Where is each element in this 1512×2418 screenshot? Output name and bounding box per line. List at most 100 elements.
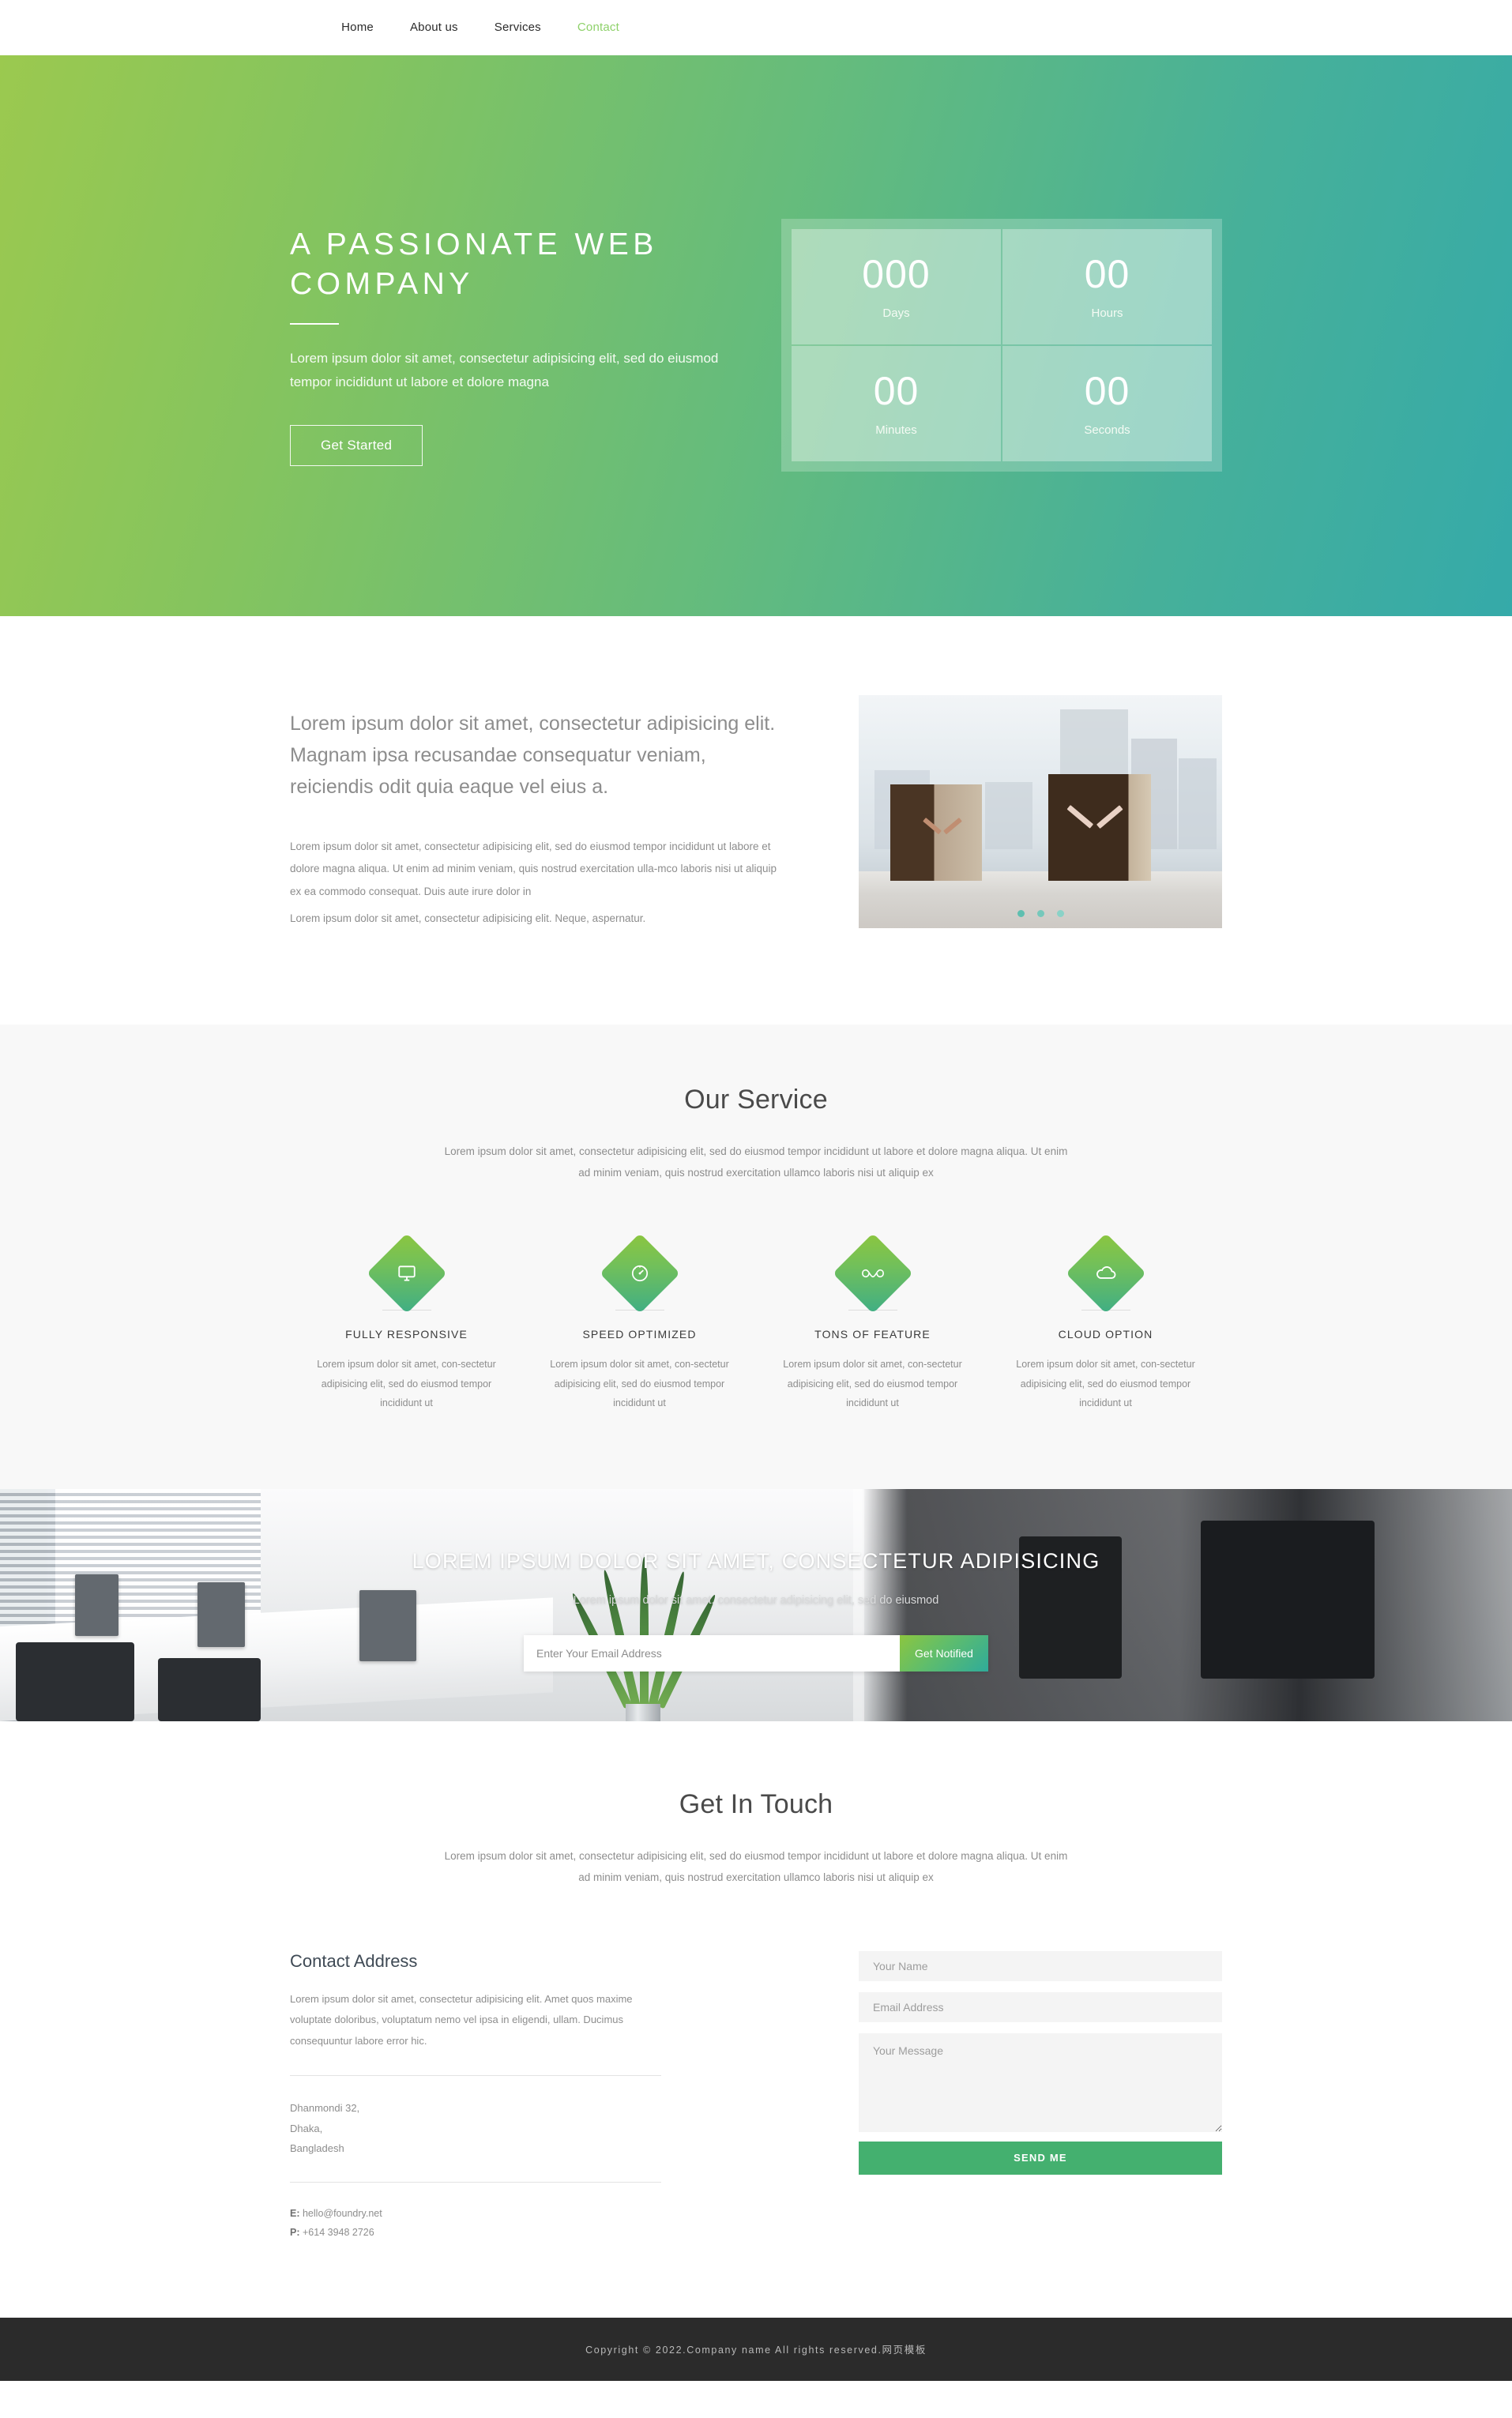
cta-subtitle: Lorem ipsum dolor sit amet, consectetur …	[573, 1593, 939, 1607]
contact-address-paragraph: Lorem ipsum dolor sit amet, consectetur …	[290, 1992, 633, 2047]
speedometer-icon	[630, 1263, 650, 1284]
service-title: Our Service	[684, 1085, 828, 1115]
nav-item-home[interactable]: Home	[341, 21, 374, 35]
nav-item-services[interactable]: Services	[495, 21, 541, 35]
countdown-cell-hours: 00 Hours	[1002, 229, 1212, 344]
hero-section: A PASSIONATE WEB COMPANY Lorem ipsum dol…	[0, 55, 1512, 616]
about-paragraph-2: Lorem ipsum dolor sit amet, consectetur …	[290, 912, 646, 925]
contact-email-value[interactable]: hello@foundry.net	[303, 2208, 382, 2219]
contact-phone-label: P:	[290, 2226, 300, 2238]
service-card-text: Lorem ipsum dolor sit amet, con-sectetur…	[317, 1359, 496, 1409]
building-shape	[1179, 758, 1217, 849]
clock-hands-right-icon	[1066, 805, 1123, 837]
countdown-cell-seconds: 00 Seconds	[1002, 346, 1212, 461]
hero-title: A PASSIONATE WEB COMPANY	[290, 228, 658, 301]
monitor-icon	[397, 1263, 417, 1284]
send-me-button[interactable]: SEND ME	[859, 2141, 1222, 2175]
hero-inner: A PASSIONATE WEB COMPANY Lorem ipsum dol…	[290, 55, 1222, 472]
contact-divider-1	[290, 2075, 661, 2077]
service-icon-wrap	[366, 1233, 447, 1314]
countdown-timer: 000 Days 00 Hours 00 Minutes 00 Seconds	[781, 219, 1222, 472]
nav-link-services[interactable]: Services	[495, 21, 541, 34]
contact-phone-row: P: +614 3948 2726	[290, 2224, 661, 2242]
newsletter-form: Get Notified	[524, 1634, 988, 1672]
contact-divider-2	[290, 2182, 661, 2183]
countdown-minutes-label: Minutes	[875, 423, 917, 437]
service-card-tons-of-feature[interactable]: TONS OF FEATURE Lorem ipsum dolor sit am…	[756, 1233, 989, 1412]
newsletter-email-input[interactable]	[524, 1634, 900, 1672]
service-card-text: Lorem ipsum dolor sit amet, con-sectetur…	[550, 1359, 729, 1409]
contact-address-block: Contact Address Lorem ipsum dolor sit am…	[290, 1951, 661, 2242]
contact-details: E: hello@foundry.net P: +614 3948 2726	[290, 2205, 661, 2241]
contact-subtitle: Lorem ipsum dolor sit amet, consectetur …	[444, 1849, 1068, 1883]
hero-divider	[290, 322, 339, 325]
address-line-3: Bangladesh	[290, 2142, 344, 2155]
contact-email-row: E: hello@foundry.net	[290, 2205, 661, 2223]
about-inner: Lorem ipsum dolor sit amet, consectetur …	[290, 695, 1222, 930]
about-section: Lorem ipsum dolor sit amet, consectetur …	[0, 616, 1512, 1025]
contact-email-input[interactable]	[859, 1991, 1222, 2022]
contact-grid: Contact Address Lorem ipsum dolor sit am…	[290, 1950, 1222, 2242]
slider-dot-1[interactable]	[1017, 910, 1025, 917]
contact-form: SEND ME	[859, 1950, 1222, 2175]
contact-address-lines: Dhanmondi 32, Dhaka, Bangladesh	[290, 2098, 661, 2158]
site-footer: Copyright © 2022.Company name All rights…	[0, 2317, 1512, 2381]
nav-link-about[interactable]: About us	[410, 21, 458, 34]
page-root: Home About us Services Contact A PASSION…	[0, 0, 1512, 2381]
about-product-photo	[859, 695, 1222, 928]
address-line-1: Dhanmondi 32,	[290, 2102, 360, 2115]
slider-dots[interactable]	[859, 910, 1222, 917]
get-notified-button[interactable]: Get Notified	[900, 1634, 988, 1672]
contact-title: Get In Touch	[679, 1788, 833, 1819]
countdown-days-value: 000	[862, 251, 931, 296]
top-navigation: Home About us Services Contact	[0, 0, 1512, 55]
nav-item-about[interactable]: About us	[410, 21, 458, 35]
service-card-title: TONS OF FEATURE	[814, 1328, 931, 1341]
service-card-cloud-option[interactable]: CLOUD OPTION Lorem ipsum dolor sit amet,…	[989, 1233, 1222, 1412]
newsletter-cta-section: LOREM IPSUM DOLOR SIT AMET, CONSECTETUR …	[0, 1488, 1512, 1721]
service-card-text: Lorem ipsum dolor sit amet, con-sectetur…	[783, 1359, 962, 1409]
slider-dot-2[interactable]	[1036, 910, 1044, 917]
service-card-title: FULLY RESPONSIVE	[345, 1328, 468, 1341]
address-line-2: Dhaka,	[290, 2122, 323, 2134]
countdown-seconds-label: Seconds	[1084, 423, 1130, 437]
countdown-days-label: Days	[882, 306, 910, 320]
service-section: Our Service Lorem ipsum dolor sit amet, …	[0, 1025, 1512, 1489]
countdown-hours-value: 00	[1084, 251, 1130, 296]
service-card-title: SPEED OPTIMIZED	[582, 1328, 697, 1341]
about-paragraph-1: Lorem ipsum dolor sit amet, consectetur …	[290, 840, 777, 897]
countdown-hours-label: Hours	[1091, 306, 1123, 320]
hero-subtitle: Lorem ipsum dolor sit amet, consectetur …	[290, 350, 719, 389]
nav-item-contact[interactable]: Contact	[577, 21, 619, 35]
about-text-block: Lorem ipsum dolor sit amet, consectetur …	[290, 695, 788, 930]
contact-name-input[interactable]	[859, 1950, 1222, 1981]
about-heading: Lorem ipsum dolor sit amet, consectetur …	[290, 713, 776, 798]
nav-link-contact[interactable]: Contact	[577, 21, 619, 34]
contact-email-label: E:	[290, 2208, 300, 2220]
about-image-slider[interactable]	[859, 695, 1222, 928]
cta-content: LOREM IPSUM DOLOR SIT AMET, CONSECTETUR …	[290, 1489, 1222, 1672]
countdown-minutes-value: 00	[873, 368, 920, 413]
building-shape	[985, 782, 1032, 849]
clock-hands-left-icon	[923, 818, 962, 840]
nav-link-home[interactable]: Home	[341, 21, 374, 34]
countdown-seconds-value: 00	[1084, 368, 1130, 413]
slider-dot-3[interactable]	[1056, 910, 1064, 917]
cloud-icon	[1095, 1265, 1117, 1282]
service-icon-wrap	[1065, 1233, 1146, 1314]
copyright-text: Copyright © 2022.Company name All rights…	[585, 2345, 927, 2356]
service-icon-wrap	[599, 1233, 680, 1314]
service-card-speed-optimized[interactable]: SPEED OPTIMIZED Lorem ipsum dolor sit am…	[523, 1233, 756, 1412]
service-icon-wrap	[832, 1233, 913, 1314]
service-card-title: CLOUD OPTION	[1058, 1328, 1153, 1341]
contact-address-heading: Contact Address	[290, 1950, 418, 1971]
countdown-cell-days: 000 Days	[792, 229, 1001, 344]
contact-section: Get In Touch Lorem ipsum dolor sit amet,…	[0, 1720, 1512, 2318]
contact-message-textarea[interactable]	[859, 2033, 1222, 2132]
countdown-cell-minutes: 00 Minutes	[792, 346, 1001, 461]
get-started-button[interactable]: Get Started	[290, 425, 423, 467]
contact-phone-value[interactable]: +614 3948 2726	[303, 2227, 374, 2238]
infinity-icon	[861, 1265, 885, 1282]
service-card-fully-responsive[interactable]: FULLY RESPONSIVE Lorem ipsum dolor sit a…	[290, 1233, 523, 1412]
cta-title: LOREM IPSUM DOLOR SIT AMET, CONSECTETUR …	[412, 1548, 1100, 1573]
